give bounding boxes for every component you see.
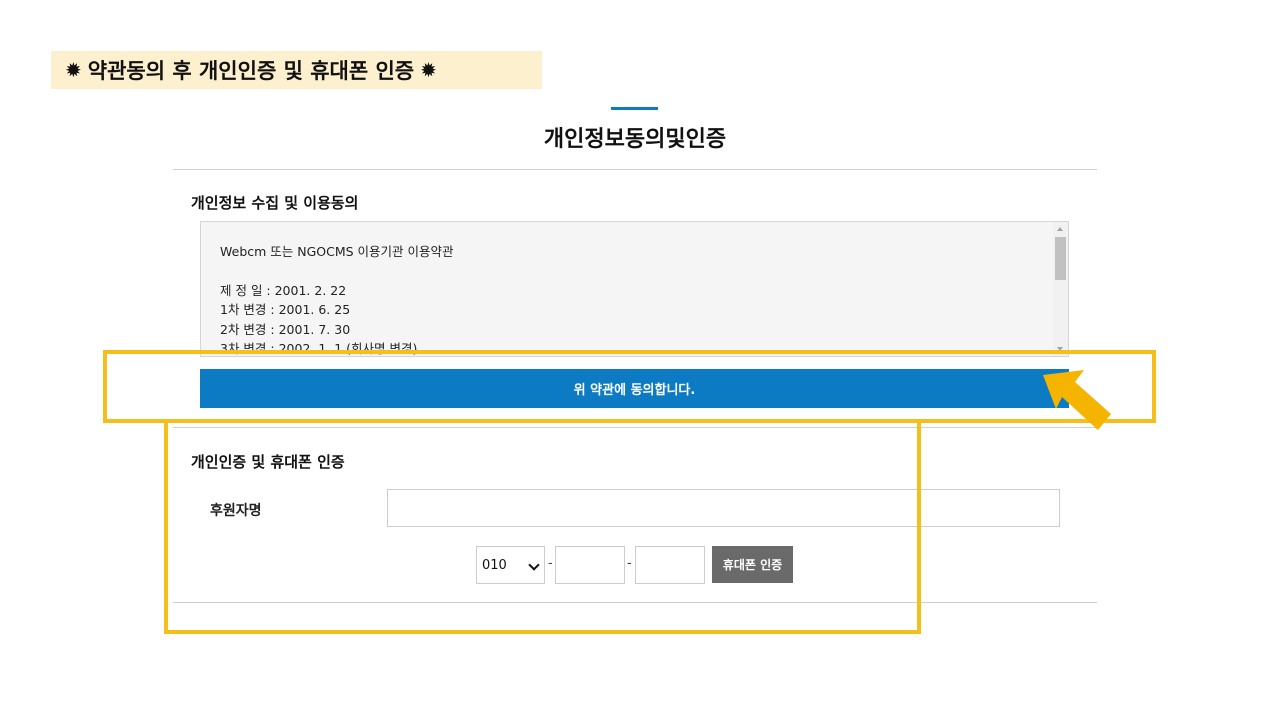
phone-verify-button[interactable]: 휴대폰 인증 — [712, 546, 793, 583]
terms-scroll-box[interactable]: Webcm 또는 NGOCMS 이용기관 이용약관 제 정 일 : 2001. … — [200, 221, 1069, 357]
star-icon: ✹ — [420, 58, 437, 82]
scroll-down-icon[interactable] — [1057, 347, 1063, 351]
phone-middle-input[interactable] — [555, 546, 625, 584]
page-title: 개인정보동의및인증 — [543, 127, 727, 152]
chevron-down-icon — [528, 559, 540, 571]
star-icon: ✹ — [65, 58, 82, 82]
terms-line: 3차 변경 : 2002. 1. 1 (회사명 변경) — [220, 341, 418, 356]
terms-line: 제 정 일 : 2001. 2. 22 — [220, 282, 347, 298]
terms-line: 2차 변경 : 2001. 7. 30 — [220, 321, 351, 337]
terms-line: 1차 변경 : 2001. 6. 25 — [220, 302, 351, 317]
phone-prefix-select[interactable]: 010 — [476, 546, 545, 584]
scroll-up-icon[interactable] — [1057, 227, 1063, 231]
slide-banner: ✹ 약관동의 후 개인인증 및 휴대폰 인증 ✹ — [51, 51, 542, 89]
phone-last-input[interactable] — [635, 546, 705, 584]
scroll-thumb[interactable] — [1055, 237, 1066, 280]
phone-prefix-value: 010 — [482, 557, 507, 573]
agree-terms-button[interactable]: 위 약관에 동의합니다. — [200, 369, 1069, 408]
pointer-arrow-icon — [1043, 370, 1111, 430]
divider — [173, 427, 1097, 428]
terms-heading: Webcm 또는 NGOCMS 이용기관 이용약관 — [220, 244, 454, 259]
terms-section-title: 개인정보 수집 및 이용동의 — [191, 194, 359, 212]
banner-text: 약관동의 후 개인인증 및 휴대폰 인증 — [87, 59, 415, 83]
divider — [173, 602, 1097, 603]
donor-name-label: 후원자명 — [210, 503, 262, 519]
donor-name-input[interactable] — [387, 489, 1060, 527]
verify-section-title: 개인인증 및 휴대폰 인증 — [191, 453, 345, 471]
phone-separator: - — [548, 556, 553, 571]
phone-separator: - — [627, 556, 632, 571]
terms-text: Webcm 또는 NGOCMS 이용기관 이용약관 제 정 일 : 2001. … — [220, 242, 454, 356]
divider — [173, 169, 1097, 170]
title-accent-bar — [611, 107, 658, 110]
scrollbar[interactable] — [1053, 222, 1068, 356]
